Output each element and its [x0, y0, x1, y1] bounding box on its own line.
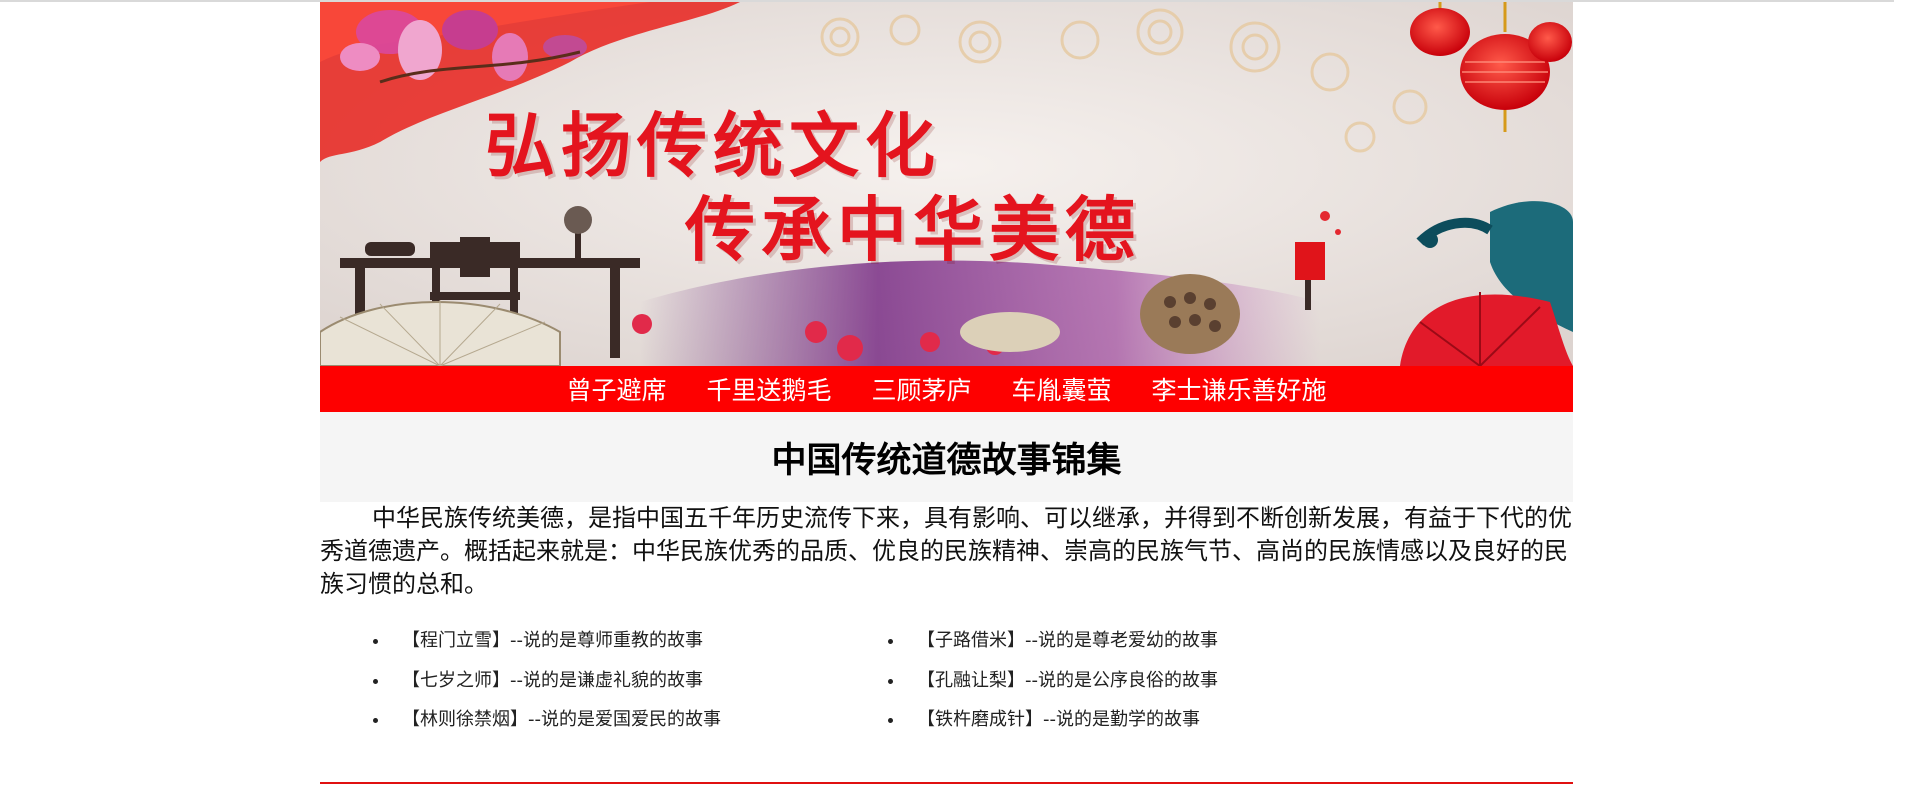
page-container: 弘扬传统文化 传承中华美德 曾子避席 千里送鹅毛 三顾茅庐 车胤囊萤 李士谦乐善… [320, 2, 1573, 784]
list-item: 【七岁之师】--说的是谦虚礼貌的故事 [390, 661, 835, 701]
list-item: 【孔融让梨】--说的是公序良俗的故事 [905, 661, 1350, 701]
story-list: 【程门立雪】--说的是尊师重教的故事 【七岁之师】--说的是谦虚礼貌的故事 【林… [320, 621, 1573, 740]
header-banner: 弘扬传统文化 传承中华美德 [320, 2, 1573, 366]
nav-item-three-visits[interactable]: 三顾茅庐 [871, 371, 971, 407]
main-nav: 曾子避席 千里送鹅毛 三顾茅庐 车胤囊萤 李士谦乐善好施 [320, 366, 1573, 412]
nav-item-che-yin[interactable]: 车胤囊萤 [1012, 371, 1112, 407]
footer-divider [320, 782, 1573, 784]
list-item: 【程门立雪】--说的是尊师重教的故事 [390, 621, 835, 661]
list-item: 【林则徐禁烟】--说的是爱国爱民的故事 [390, 700, 835, 740]
intro-paragraph: 中华民族传统美德，是指中国五千年历史流传下来，具有影响、可以继承，并得到不断创新… [320, 504, 1572, 598]
nav-item-li-shiqian[interactable]: 李士谦乐善好施 [1152, 371, 1327, 407]
story-list-right: 【子路借米】--说的是尊老爱幼的故事 【孔融让梨】--说的是公序良俗的故事 【铁… [835, 621, 1350, 740]
story-list-left: 【程门立雪】--说的是尊师重教的故事 【七岁之师】--说的是谦虚礼貌的故事 【林… [320, 621, 835, 740]
nav-item-goose-feather[interactable]: 千里送鹅毛 [706, 371, 831, 407]
banner-headline-2: 传承中华美德 [685, 188, 1141, 271]
title-section: 中国传统道德故事锦集 [320, 412, 1573, 502]
list-item: 【铁杵磨成针】--说的是勤学的故事 [905, 700, 1350, 740]
page-title: 中国传统道德故事锦集 [771, 440, 1122, 481]
list-item: 【子路借米】--说的是尊老爱幼的故事 [905, 621, 1350, 661]
nav-item-zengzi[interactable]: 曾子避席 [566, 371, 666, 407]
